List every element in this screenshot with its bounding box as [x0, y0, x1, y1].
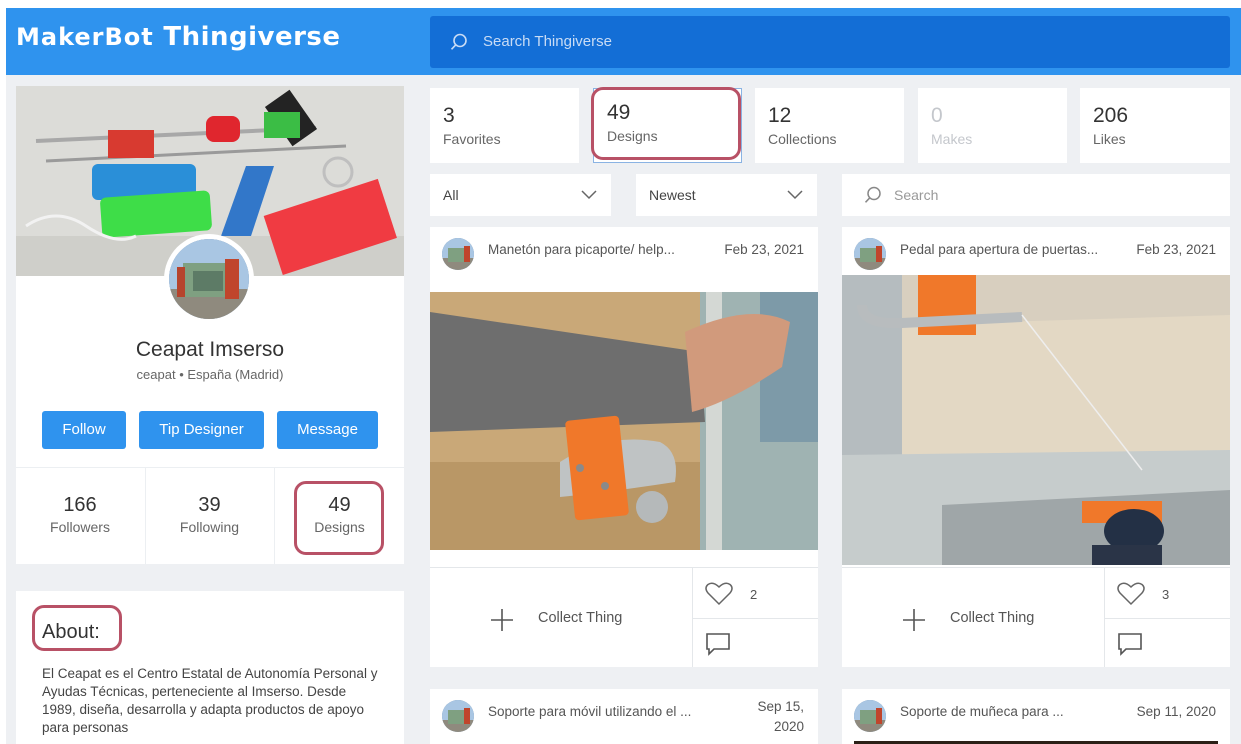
about-text: El Ceapat es el Centro Estatal de Autono… [42, 666, 378, 735]
stat-following-label: Following [179, 519, 240, 535]
site-logo[interactable]: MakerBot Thingiverse [16, 22, 341, 52]
sort-select[interactable]: Newest [636, 174, 817, 216]
thing-card[interactable]: Pedal para apertura de puertas... Feb 23… [842, 227, 1230, 667]
designs-search-placeholder: Search [894, 187, 939, 203]
thing-image[interactable] [842, 275, 1230, 565]
logo-thingiverse: Thingiverse [163, 22, 341, 52]
tab-makes-label: Makes [931, 131, 973, 147]
creator-avatar[interactable] [442, 700, 474, 732]
tab-favorites[interactable]: 3 Favorites [430, 88, 579, 163]
like-count: 3 [1162, 587, 1170, 602]
search-icon [864, 186, 881, 203]
tab-favorites-value: 3 [443, 104, 455, 127]
stat-followers-label: Followers [50, 519, 110, 535]
type-filter-value: All [443, 187, 459, 203]
comment-icon[interactable] [1117, 632, 1143, 656]
stat-following[interactable]: 39 Following [145, 468, 273, 564]
thing-card-header: Manetón para picaporte/ help... Feb 23, … [430, 227, 818, 275]
site-search-placeholder: Search Thingiverse [483, 33, 612, 50]
profile-subtitle: ceapat • España (Madrid) [136, 367, 284, 382]
app-frame: MakerBot Thingiverse Search Thingiverse [6, 8, 1241, 744]
plus-icon [491, 609, 513, 631]
thing-title[interactable]: Soporte de muñeca para ... [900, 704, 1064, 719]
tab-makes[interactable]: 0 Makes [918, 88, 1067, 163]
tab-favorites-label: Favorites [443, 131, 501, 147]
thing-card-header: Pedal para apertura de puertas... Feb 23… [842, 227, 1230, 275]
like-count: 2 [750, 587, 758, 602]
thing-date-line: Sep 15, [757, 699, 804, 714]
stat-followers-value: 166 [63, 494, 97, 516]
tab-likes[interactable]: 206 Likes [1080, 88, 1230, 163]
thing-date: Feb 23, 2021 [1132, 242, 1216, 257]
thing-card[interactable]: Manetón para picaporte/ help... Feb 23, … [430, 227, 818, 667]
collect-thing-button[interactable]: Collect Thing [842, 568, 1104, 667]
footer-divider [1104, 618, 1230, 619]
profile-name: Ceapat Imserso [135, 338, 285, 361]
tab-makes-value: 0 [931, 104, 943, 127]
thing-image[interactable] [430, 292, 818, 550]
message-button[interactable]: Message [277, 411, 378, 449]
comment-icon[interactable] [705, 632, 731, 656]
footer-divider [692, 618, 818, 619]
thing-date-line: 2020 [773, 719, 804, 734]
highlight-designs-stat [294, 481, 384, 555]
thing-title[interactable]: Soporte para móvil utilizando el ... [488, 704, 691, 719]
creator-avatar[interactable] [854, 700, 886, 732]
profile-avatar[interactable] [164, 234, 254, 324]
top-bar: MakerBot Thingiverse Search Thingiverse [6, 8, 1241, 75]
sort-value: Newest [649, 187, 696, 203]
thing-card-footer: Collect Thing 3 [842, 567, 1230, 667]
creator-avatar[interactable] [442, 238, 474, 270]
thing-title[interactable]: Manetón para picaporte/ help... [488, 242, 675, 257]
tab-collections-value: 12 [768, 104, 792, 127]
chevron-down-icon [581, 190, 597, 200]
tab-collections-label: Collections [768, 131, 837, 147]
search-icon [450, 33, 467, 50]
tab-likes-value: 206 [1093, 104, 1129, 127]
highlight-designs-tab [591, 87, 741, 160]
collect-thing-label: Collect Thing [950, 610, 1035, 626]
logo-makerbot: MakerBot [16, 23, 154, 51]
collect-thing-label: Collect Thing [538, 610, 623, 626]
heart-icon[interactable] [1117, 582, 1145, 606]
collect-thing-button[interactable]: Collect Thing [430, 568, 692, 667]
stat-followers[interactable]: 166 Followers [16, 468, 144, 564]
type-filter-select[interactable]: All [430, 174, 611, 216]
thing-date: Sep 15, 2020 [757, 697, 804, 737]
highlight-about-title [32, 605, 122, 651]
tab-likes-label: Likes [1093, 131, 1126, 147]
thing-date: Sep 11, 2020 [1136, 704, 1216, 719]
thing-date: Feb 23, 2021 [724, 242, 804, 257]
heart-icon[interactable] [705, 582, 733, 606]
tab-collections[interactable]: 12 Collections [755, 88, 904, 163]
plus-icon [903, 609, 925, 631]
site-search-input[interactable]: Search Thingiverse [430, 16, 1230, 68]
tip-designer-button[interactable]: Tip Designer [139, 411, 264, 449]
designs-search-input[interactable]: Search [842, 174, 1230, 216]
thing-card[interactable]: Soporte de muñeca para ... Sep 11, 2020 [842, 689, 1230, 744]
thing-card-header: Soporte para móvil utilizando el ... Sep… [430, 689, 818, 737]
thing-card-header: Soporte de muñeca para ... Sep 11, 2020 [842, 689, 1230, 737]
thing-title[interactable]: Pedal para apertura de puertas... [900, 242, 1098, 257]
thing-card-footer: Collect Thing 2 [430, 567, 818, 667]
stat-following-value: 39 [198, 494, 221, 516]
follow-button[interactable]: Follow [42, 411, 126, 449]
creator-avatar[interactable] [854, 238, 886, 270]
thing-card[interactable]: Soporte para móvil utilizando el ... Sep… [430, 689, 818, 744]
chevron-down-icon [787, 190, 803, 200]
